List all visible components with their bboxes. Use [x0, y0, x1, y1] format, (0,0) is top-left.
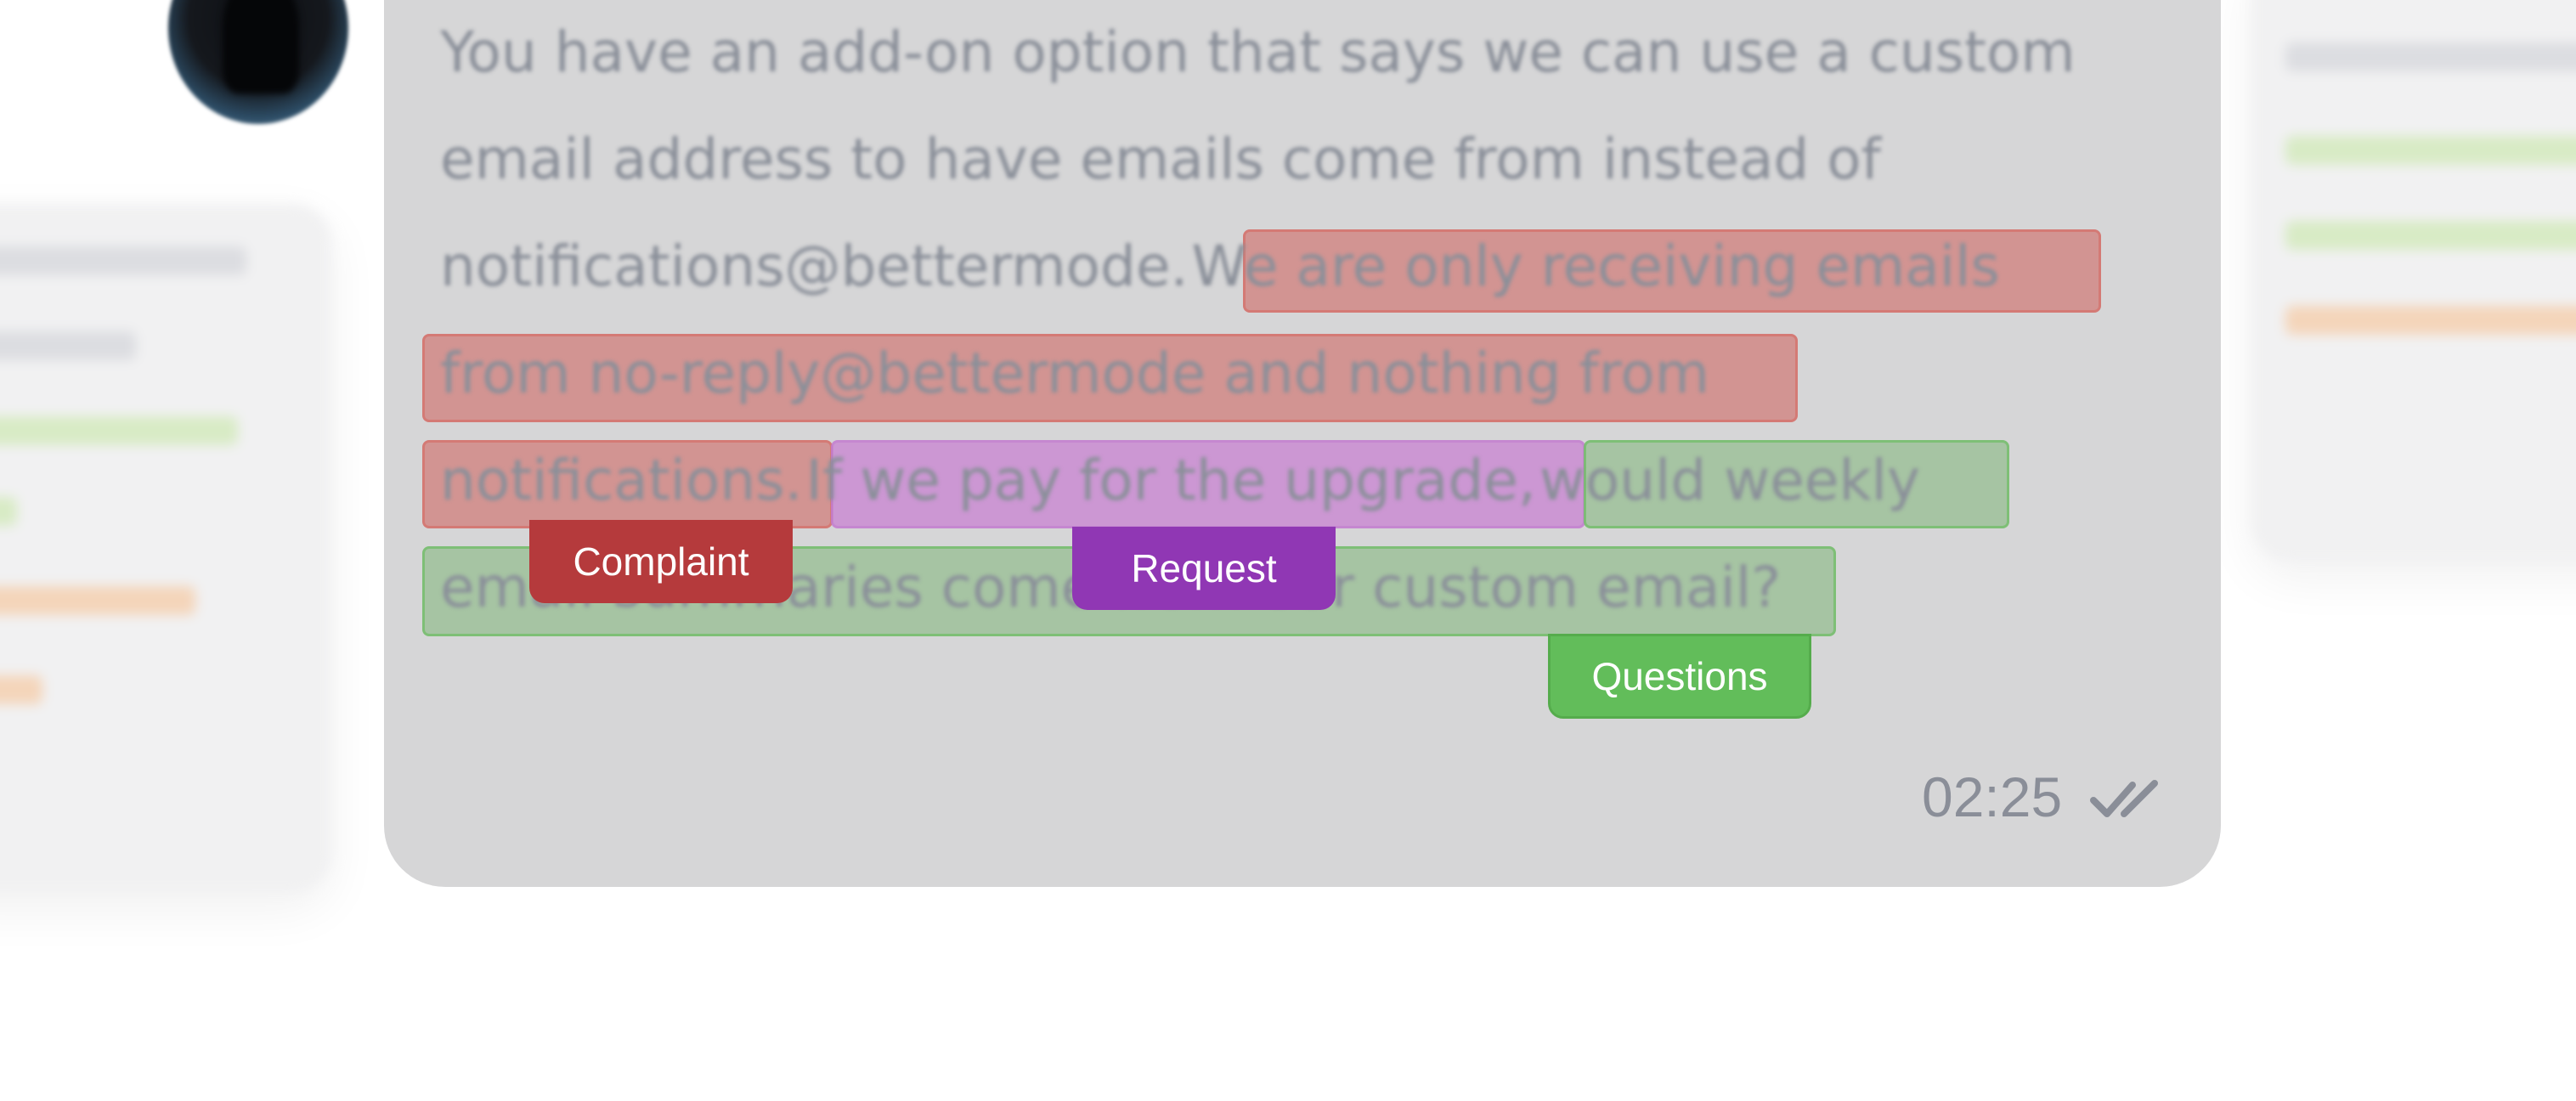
- blurred-highlight: [0, 416, 238, 445]
- avatar-silhouette: [223, 0, 299, 93]
- blurred-highlight: [2285, 221, 2576, 250]
- blurred-highlight: [0, 497, 17, 526]
- blurred-text-line: [0, 331, 136, 360]
- blurred-highlight: [0, 586, 195, 615]
- blurred-highlight: [2285, 136, 2576, 165]
- blurred-highlight: [2285, 306, 2576, 335]
- previous-message-card: [0, 204, 331, 892]
- complaint-tag[interactable]: Complaint: [529, 520, 793, 603]
- message-line: email address to have emails come from i…: [440, 127, 1881, 192]
- double-check-icon: [2090, 780, 2158, 817]
- blurred-highlight: [0, 675, 42, 704]
- message-line: notifications@bettermode.We are only rec…: [440, 234, 2000, 299]
- request-tag[interactable]: Request: [1072, 527, 1336, 610]
- blurred-text-line: [0, 246, 246, 275]
- next-message-card: [2251, 0, 2576, 561]
- blurred-text-line: [2285, 42, 2576, 71]
- questions-tag[interactable]: Questions: [1548, 634, 1811, 719]
- message-line: You have an add-on option that says we c…: [440, 20, 2076, 85]
- message-line: from no-reply@bettermode and nothing fro…: [440, 341, 1710, 406]
- message-timestamp: 02:25: [1922, 765, 2063, 828]
- message-line: notifications.If we pay for the upgrade,…: [440, 448, 1921, 513]
